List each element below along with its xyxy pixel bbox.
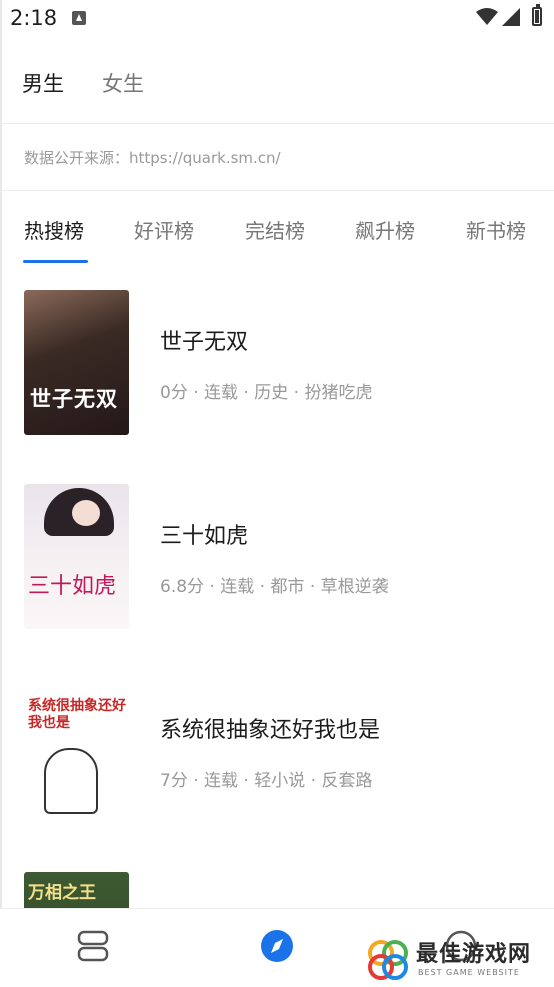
signal-icon bbox=[502, 8, 520, 26]
watermark-icon bbox=[368, 940, 408, 980]
ranking-tabs: 热搜榜 好评榜 完结榜 飙升榜 新书榜 bbox=[0, 196, 554, 266]
compass-icon[interactable] bbox=[260, 929, 294, 963]
book-list-item[interactable]: 系统很抽象还好我也是 系统很抽象还好我也是 7分 · 连载 · 轻小说 · 反套… bbox=[0, 678, 554, 858]
cover-title-art: 系统很抽象还好我也是 bbox=[28, 698, 126, 731]
active-tab-indicator bbox=[23, 260, 88, 263]
book-cover[interactable]: 三十如虎 bbox=[24, 484, 129, 629]
tab-female[interactable]: 女生 bbox=[102, 68, 144, 98]
book-list-item[interactable]: 万相之王 bbox=[0, 872, 554, 908]
watermark-subtitle: BEST GAME WEBSITE bbox=[418, 968, 520, 977]
book-list-item[interactable]: 世子无双 世子无双 0分 · 连载 · 历史 · 扮猪吃虎 bbox=[0, 290, 554, 470]
watermark-logo: 最佳游戏网 BEST GAME WEBSITE bbox=[366, 936, 551, 982]
cover-title-art: 三十如虎 bbox=[28, 574, 117, 599]
tab-completed[interactable]: 完结榜 bbox=[245, 215, 305, 244]
book-list-item[interactable]: 三十如虎 三十如虎 6.8分 · 连载 · 都市 · 草根逆袭 bbox=[0, 484, 554, 664]
gender-tabs: 男生 女生 bbox=[0, 56, 554, 122]
tab-rising[interactable]: 飙升榜 bbox=[355, 215, 415, 244]
cover-title-art: 世子无双 bbox=[30, 386, 118, 411]
status-time: 2:18 bbox=[10, 6, 58, 30]
book-title[interactable]: 世子无双 bbox=[160, 324, 248, 356]
cover-illustration bbox=[72, 500, 100, 526]
book-meta: 7分 · 连载 · 轻小说 · 反套路 bbox=[160, 771, 373, 791]
divider bbox=[0, 123, 554, 124]
tab-male[interactable]: 男生 bbox=[22, 68, 64, 98]
cover-illustration bbox=[44, 748, 98, 814]
book-cover[interactable]: 系统很抽象还好我也是 bbox=[24, 678, 129, 823]
cover-title-art: 万相之王 bbox=[28, 883, 96, 903]
watermark-title: 最佳游戏网 bbox=[416, 942, 532, 967]
divider bbox=[0, 190, 554, 191]
tab-new-books[interactable]: 新书榜 bbox=[466, 215, 526, 244]
battery-icon bbox=[532, 4, 542, 26]
book-cover[interactable]: 万相之王 bbox=[24, 872, 129, 908]
notification-icon bbox=[72, 11, 86, 25]
tab-hot-search[interactable]: 热搜榜 bbox=[24, 215, 84, 244]
tab-top-rated[interactable]: 好评榜 bbox=[134, 215, 194, 244]
book-meta: 6.8分 · 连载 · 都市 · 草根逆袭 bbox=[160, 577, 389, 597]
wifi-icon bbox=[476, 8, 498, 25]
data-source-note: 数据公开来源：https://quark.sm.cn/ bbox=[24, 149, 281, 167]
book-title[interactable]: 三十如虎 bbox=[160, 518, 248, 550]
book-meta: 0分 · 连载 · 历史 · 扮猪吃虎 bbox=[160, 383, 373, 403]
status-bar: 2:18 bbox=[0, 0, 554, 38]
book-title[interactable]: 系统很抽象还好我也是 bbox=[160, 712, 380, 744]
bookshelf-icon[interactable] bbox=[76, 929, 110, 963]
book-cover[interactable]: 世子无双 bbox=[24, 290, 129, 435]
